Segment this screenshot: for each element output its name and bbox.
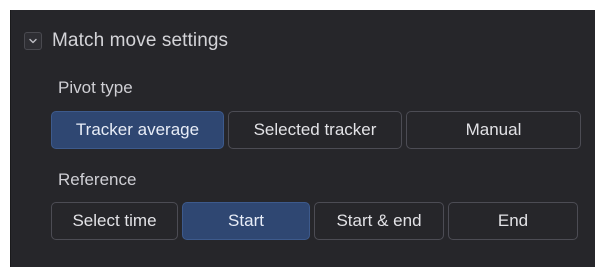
pivot-tracker-average-button[interactable]: Tracker average — [51, 111, 224, 149]
section-title: Match move settings — [52, 30, 229, 51]
pivot-type-label: Pivot type — [58, 78, 133, 97]
reference-start-button[interactable]: Start — [182, 202, 310, 240]
reference-select-time-button[interactable]: Select time — [51, 202, 178, 240]
pivot-selected-tracker-button[interactable]: Selected tracker — [228, 111, 402, 149]
pivot-type-button-group: Tracker average Selected tracker Manual — [51, 111, 581, 149]
reference-label: Reference — [58, 170, 137, 189]
match-move-section-header[interactable]: Match move settings — [24, 29, 228, 53]
reference-end-button[interactable]: End — [448, 202, 578, 240]
reference-button-group: Select time Start Start & end End — [51, 202, 578, 240]
chevron-down-icon[interactable] — [24, 32, 42, 50]
match-move-panel: Match move settings Pivot type Tracker a… — [0, 0, 604, 277]
reference-start-end-button[interactable]: Start & end — [314, 202, 444, 240]
pivot-manual-button[interactable]: Manual — [406, 111, 581, 149]
